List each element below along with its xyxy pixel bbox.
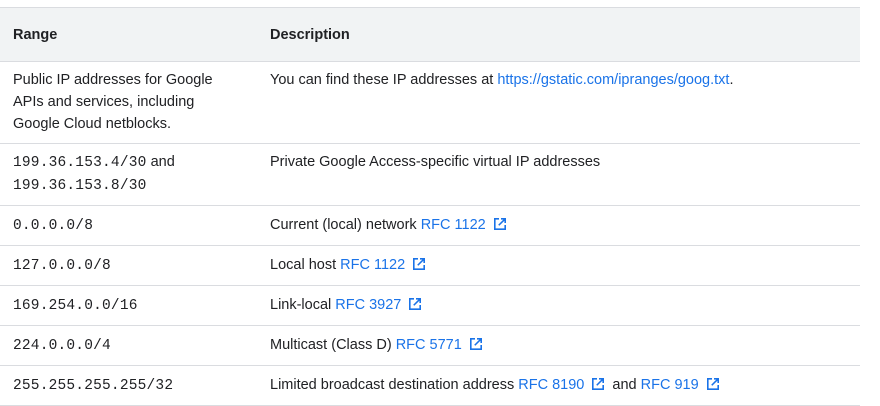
rfc-5771-link[interactable]: RFC 5771	[396, 337, 462, 353]
range-code: 169.254.0.0/16	[13, 298, 138, 314]
table-row: 224.0.0.0/4 Multicast (Class D) RFC 5771	[0, 325, 860, 366]
range-cell: Public IP addresses for Google APIs and …	[0, 61, 257, 144]
description-cell: Current (local) network RFC 1122	[257, 205, 860, 246]
table-row: 255.255.255.255/32 Limited broadcast des…	[0, 365, 860, 406]
range-join: and	[150, 154, 175, 170]
link-join: and	[612, 377, 637, 393]
description-text: Multicast (Class D)	[270, 337, 392, 353]
range-cell: 0.0.0.0/8	[0, 205, 257, 246]
description-cell: You can find these IP addresses at https…	[257, 61, 860, 144]
range-cell: 127.0.0.0/8	[0, 245, 257, 286]
range-code: 255.255.255.255/32	[13, 378, 174, 394]
range-code-b: 199.36.153.8/30	[13, 178, 147, 194]
external-link-icon[interactable]	[411, 256, 427, 272]
external-link-icon[interactable]	[590, 376, 606, 392]
range-cell: 169.254.0.0/16	[0, 285, 257, 326]
goog-txt-link[interactable]: https://gstatic.com/ipranges/goog.txt	[497, 72, 729, 88]
external-link-icon[interactable]	[407, 296, 423, 312]
description-text: Current (local) network	[270, 217, 417, 233]
description-text: Link-local	[270, 297, 332, 313]
description-cell: Private Google Access-specific virtual I…	[257, 143, 860, 206]
table-row: 0.0.0.0/8 Current (local) network RFC 11…	[0, 205, 860, 246]
range-code: 127.0.0.0/8	[13, 258, 111, 274]
header-range: Range	[0, 7, 257, 62]
range-cell: 199.36.153.4/30 and 199.36.153.8/30	[0, 143, 257, 206]
description-text: Local host	[270, 257, 337, 273]
rfc-8190-link[interactable]: RFC 8190	[518, 377, 584, 393]
rfc-1122-link[interactable]: RFC 1122	[340, 257, 405, 273]
table-row: 199.36.153.4/30 and 199.36.153.8/30 Priv…	[0, 143, 860, 206]
rfc-1122-link[interactable]: RFC 1122	[421, 217, 486, 233]
ip-ranges-table-container: Range Description Public IP addresses fo…	[0, 7, 860, 406]
table-header-row: Range Description	[0, 7, 860, 62]
description-text: You can find these IP addresses at	[270, 72, 498, 88]
range-code-a: 199.36.153.4/30	[13, 155, 147, 171]
range-code: 224.0.0.0/4	[13, 338, 111, 354]
external-link-icon[interactable]	[492, 216, 508, 232]
header-description: Description	[257, 7, 860, 62]
description-cell: Local host RFC 1122	[257, 245, 860, 286]
description-suffix: .	[729, 72, 734, 88]
description-cell: Link-local RFC 3927	[257, 285, 860, 326]
range-cell: 224.0.0.0/4	[0, 325, 257, 366]
ip-ranges-table: Range Description Public IP addresses fo…	[0, 7, 860, 406]
description-text: Limited broadcast destination address	[270, 377, 515, 393]
table-row: Public IP addresses for Google APIs and …	[0, 61, 860, 144]
table-row: 127.0.0.0/8 Local host RFC 1122	[0, 245, 860, 286]
description-cell: Multicast (Class D) RFC 5771	[257, 325, 860, 366]
rfc-3927-link[interactable]: RFC 3927	[335, 297, 401, 313]
external-link-icon[interactable]	[705, 376, 721, 392]
table-row: 169.254.0.0/16 Link-local RFC 3927	[0, 285, 860, 326]
external-link-icon[interactable]	[468, 336, 484, 352]
rfc-919-link[interactable]: RFC 919	[641, 377, 699, 393]
description-cell: Limited broadcast destination address RF…	[257, 365, 860, 406]
range-code: 0.0.0.0/8	[13, 218, 94, 234]
range-cell: 255.255.255.255/32	[0, 365, 257, 406]
